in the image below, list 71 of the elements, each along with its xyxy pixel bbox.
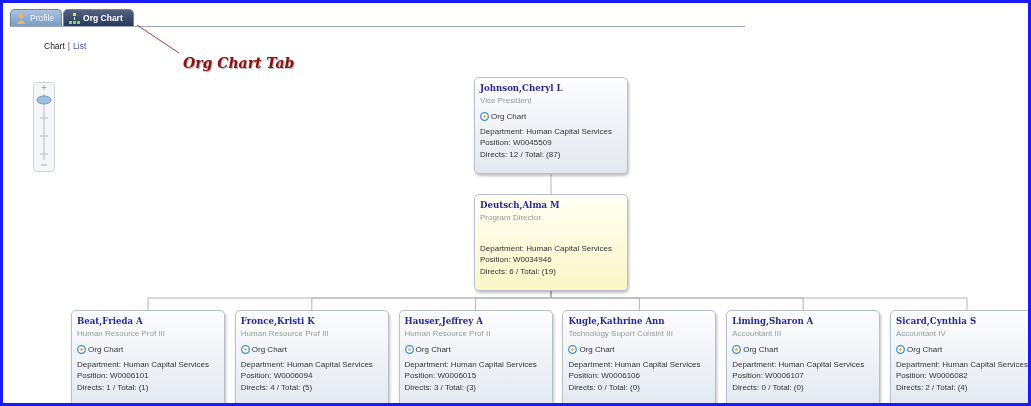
org-chart-icon (732, 345, 742, 354)
annotation-label: Org Chart Tab (183, 54, 295, 73)
directs-count: Directs: 6 / Total: (19) (480, 265, 557, 277)
person-name[interactable]: Sicard,Cynthia S (896, 315, 1028, 328)
job-title: Human Resource Prof II (404, 328, 492, 340)
org-chart-icon (240, 345, 250, 354)
directs-count: Directs: 0 / Total: (0) (732, 381, 805, 393)
tab[interactable]: Org Chart (63, 9, 134, 26)
org-chart-link[interactable]: Org Chart (743, 343, 779, 356)
department-text: Department: Human Capital Services (732, 358, 866, 370)
leader-line (135, 23, 181, 55)
person-name[interactable]: Liming,Sharon A (732, 315, 875, 328)
org-chart-icon (568, 345, 578, 354)
position-text: Position: W0006015 (404, 370, 478, 382)
department-text: Department: Human Capital Services (240, 358, 374, 370)
department-text: Department: Human Capital Services (896, 358, 1028, 370)
person-card[interactable]: Beat,Frieda A Human Resource Prof III Org Chart Department: Human Capital Services Position: W0006101 Directs: 1 / Total: (1) (71, 310, 225, 403)
directs-count: Directs: 4 / Total: (5) (240, 381, 314, 393)
job-title: Human Resource Prof III (77, 328, 167, 340)
directs-count: Directs: 0 / Total: (0) (568, 381, 641, 393)
department-text: Department: Human Capital Services (77, 358, 211, 370)
view-link[interactable]: Chart (44, 40, 65, 53)
person-card[interactable]: Sicard,Cynthia S Accountant IV Org Chart Department: Human Capital Services Position: W0006082 Directs: 2 / Total: (4) (890, 310, 1028, 403)
person-name[interactable]: Kugle,Kathrine Ann (568, 315, 711, 328)
directs-count: Directs: 12 / Total: (87) (480, 148, 562, 160)
job-title: Accountant IV (896, 328, 947, 340)
person-name[interactable]: Johnson,Cheryl L (480, 82, 622, 95)
person-name[interactable]: Deutsch,Alma M (480, 199, 622, 212)
org-chart-link[interactable]: Org Chart (251, 343, 287, 356)
person-name[interactable]: Fronce,Kristi K (240, 315, 383, 328)
org-chart-link[interactable]: Org Chart (491, 110, 527, 123)
org-chart-icon (77, 345, 86, 354)
org-chart-link[interactable]: Org Chart (907, 343, 943, 356)
job-title: Accountant III (732, 328, 783, 340)
position-text: Position: W0045509 (480, 137, 553, 149)
job-title: Human Resource Prof III (240, 328, 330, 340)
view-link[interactable]: List (73, 40, 87, 53)
person-icon (16, 12, 27, 24)
org-chart-link[interactable]: Org Chart (88, 343, 124, 356)
position-text: Position: W0006082 (896, 370, 969, 382)
directs-count: Directs: 3 / Total: (3) (404, 381, 478, 393)
person-card[interactable]: Hauser,Jeffrey A Human Resource Prof II Org Chart Department: Human Capital Services Position: W0006015 Directs: 3 / Total: (3) (398, 310, 553, 403)
job-title: Program Director (480, 212, 542, 224)
org-chart-link[interactable]: Org Chart (579, 343, 615, 356)
person-card[interactable]: Johnson,Cheryl L Vice President Org Chart Department: Human Capital Services Position: W0045509 Directs: 12 / Total: (87) (474, 77, 628, 174)
job-title: Technology Suport Conslnt III (568, 328, 674, 340)
position-text: Position: W0034946 (480, 254, 553, 266)
person-card[interactable]: Kugle,Kathrine Ann Technology Suport Conslnt III Org Chart Department: Human Capital Services Position: W0006106 Directs: 0 / Total: (0) (562, 310, 717, 403)
position-text: Position: W0006106 (568, 370, 641, 382)
department-text: Department: Human Capital Services (568, 358, 702, 370)
department-text: Department: Human Capital Services (404, 358, 538, 370)
person-card[interactable]: Fronce,Kristi K Human Resource Prof III Org Chart Department: Human Capital Services Position: W0006094 Directs: 4 / Total: (5) (234, 310, 389, 403)
directs-count: Directs: 1 / Total: (1) (77, 381, 150, 393)
org-chart-icon (480, 112, 489, 121)
org-chart-link[interactable]: Org Chart (415, 343, 451, 356)
connector-line (550, 173, 552, 195)
position-text: Position: W0006107 (732, 370, 805, 382)
person-card[interactable]: Liming,Sharon A Accountant III Org Chart Department: Human Capital Services Position: W0006107 Directs: 0 / Total: (0) (726, 310, 881, 403)
org-chart-icon (404, 345, 414, 354)
person-name[interactable]: Hauser,Jeffrey A (404, 315, 547, 328)
department-text: Department: Human Capital Services (480, 242, 614, 254)
job-title: Vice President (480, 95, 533, 107)
department-text: Department: Human Capital Services (480, 125, 614, 137)
org-chart-icon (896, 345, 905, 354)
separator: | (67, 40, 70, 53)
org-chart-icon (69, 12, 81, 24)
directs-count: Directs: 2 / Total: (4) (896, 381, 969, 393)
position-text: Position: W0006094 (240, 370, 314, 382)
person-card[interactable]: Deutsch,Alma M Program Director Department: Human Capital Services Position: W0034946 Directs: 6 / Total: (19) (474, 194, 628, 291)
position-text: Position: W0006101 (77, 370, 150, 382)
person-name[interactable]: Beat,Frieda A (77, 315, 219, 328)
